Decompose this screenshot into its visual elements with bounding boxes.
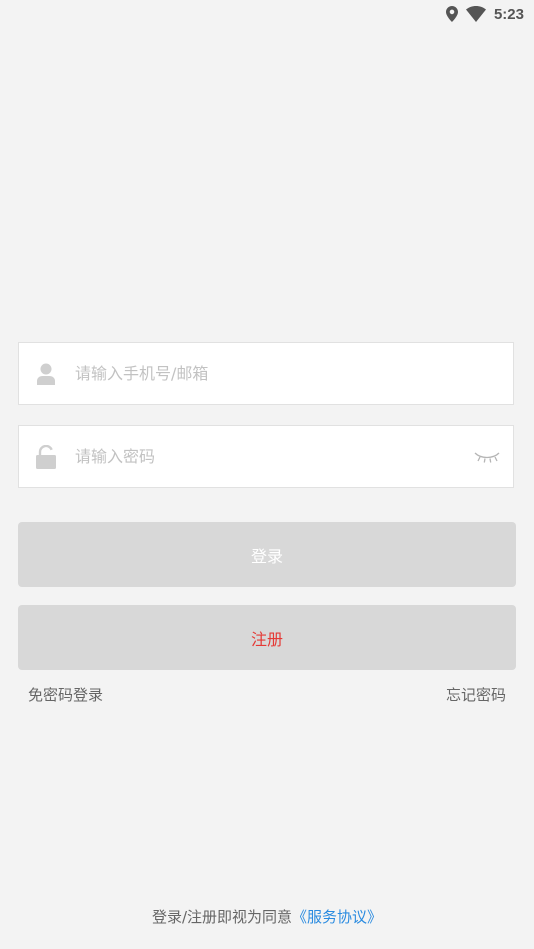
account-field[interactable] xyxy=(18,342,514,405)
wifi-icon xyxy=(465,6,486,22)
user-icon xyxy=(35,362,57,386)
status-bar: 5:23 xyxy=(0,0,534,28)
link-row: 免密码登录 忘记密码 xyxy=(28,684,506,705)
clock-time: 5:23 xyxy=(493,5,524,23)
lock-icon xyxy=(35,444,57,469)
location-icon xyxy=(445,6,458,22)
register-button[interactable]: 注册 xyxy=(18,605,516,670)
password-field[interactable] xyxy=(18,425,514,488)
account-input[interactable] xyxy=(73,342,513,405)
terms-notice: 登录/注册即视为同意《服务协议》 xyxy=(0,906,534,927)
passwordless-login-link[interactable]: 免密码登录 xyxy=(28,684,103,705)
password-input[interactable] xyxy=(73,425,473,488)
service-agreement-link[interactable]: 《服务协议》 xyxy=(292,908,382,926)
eye-closed-icon[interactable] xyxy=(473,447,501,467)
forgot-password-link[interactable]: 忘记密码 xyxy=(446,684,506,705)
login-button[interactable]: 登录 xyxy=(18,522,516,587)
terms-notice-text: 登录/注册即视为同意 xyxy=(151,908,293,926)
